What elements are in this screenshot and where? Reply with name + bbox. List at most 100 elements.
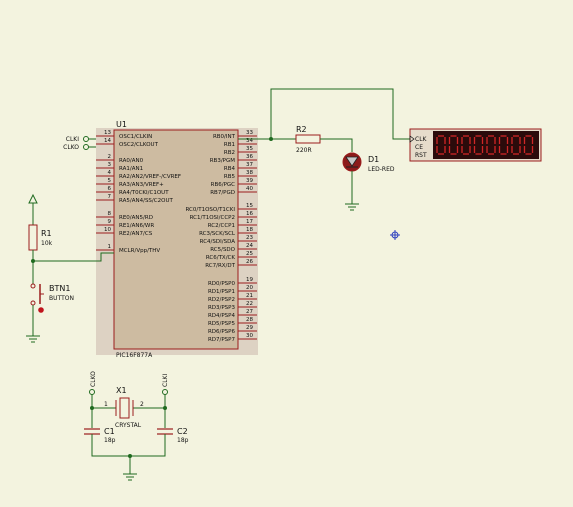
mcu-part: PIC16F877A [116,352,153,359]
pin-number: 8 [108,211,112,217]
pin-name: RB4 [224,166,236,172]
btn1-state-indicator [38,307,44,313]
pin-number: 24 [246,243,253,249]
pin-number: 1 [108,244,112,250]
mcu-u1[interactable]: U1 PIC16F877A 13OSC1/CLKIN14OSC2/CLKOUT2… [96,120,258,359]
c2-value: 18p [177,437,189,444]
net-label-osc-clki: CLKI [162,374,169,387]
pin-name: RD3/PSP3 [208,305,236,311]
ground-symbol-osc [123,473,137,481]
x1-crystal[interactable] [115,397,134,419]
r2-value: 220R [296,147,312,154]
pin-name: OSC1/CLKIN [119,134,152,140]
pin-number: 33 [246,130,253,136]
d1-value: LED-RED [368,166,395,173]
pin-number: 20 [246,285,253,291]
r1-ref: R1 [41,229,52,238]
output-circuit: R2 220R D1 LED-RED CLK CE RST [238,88,542,211]
mcu-ref: U1 [116,120,127,129]
r2-resistor[interactable] [295,134,321,144]
pin-name: RC4/SDI/SDA [200,239,236,245]
pin-name: RB3/PGM [210,158,236,164]
counter-pin-ce: CE [415,144,423,151]
pin-number: 23 [246,235,253,241]
pin-number: 35 [246,146,253,152]
r1-resistor[interactable] [28,224,38,251]
pin-name: RA0/AN0 [119,158,144,164]
pin-name: RE0/AN5/RD [119,215,153,221]
osc-terminal-clki[interactable] [162,389,168,395]
pin-number: 3 [108,162,112,168]
pin-number: 13 [104,130,111,136]
x1-ref: X1 [116,386,127,395]
pin-name: RD0/PSP0 [208,281,236,287]
x1-junction-left [90,406,94,410]
btn1-value: BUTTON [49,295,74,302]
schematic-canvas: U1 PIC16F877A 13OSC1/CLKIN14OSC2/CLKOUT2… [26,88,542,481]
c2-capacitor[interactable] [157,428,173,435]
wire-r2-led [320,138,353,152]
x1-junction-right [163,406,167,410]
d1-ref: D1 [368,155,379,164]
pin-number: 17 [246,219,253,225]
c1-ref: C1 [104,427,115,436]
pin-name: RB7/PGD [210,190,235,196]
clock-net-labels: CLKI CLKO [63,136,96,151]
pin-name: RA4/T0CKI/C1OUT [119,190,169,196]
pin-name: RA5/AN4/SS/C2OUT [119,198,173,204]
pin-number: 25 [246,251,253,257]
pin-number: 15 [246,203,253,209]
pin-number: 30 [246,333,253,339]
x1-pin1: 1 [104,401,108,408]
pin-name: RC7/RX/DT [205,263,235,269]
net-label-osc-clko: CLKO [90,371,97,387]
crosshair-cursor-icon [390,230,400,240]
pin-name: MCLR/Vpp/THV [119,248,160,254]
pin-name: RD6/PSP6 [208,329,236,335]
pin-number: 9 [108,219,112,225]
net-terminal-clko[interactable] [83,144,89,150]
ground-symbol-btn [26,335,40,343]
btn1-ref: BTN1 [49,284,70,293]
pin-name: RD2/PSP2 [208,297,235,303]
pin-number: 5 [108,178,112,184]
pin-name: RE1/AN6/WR [119,223,154,229]
pin-name: RC5/SDO [210,247,235,253]
oscillator-circuit: CLKO CLKI X1 1 2 CRYSTAL C1 18p C2 18p [84,371,189,481]
pin-name: RC2/CCP1 [208,223,235,229]
pin-number: 14 [104,138,111,144]
net-terminal-clki[interactable] [83,136,89,142]
pin-name: RB0/INT [213,134,236,140]
pin-name: RC0/T1OSO/T1CKI [185,207,235,213]
pin-number: 6 [108,186,112,192]
pin-number: 29 [246,325,253,331]
counter-pin-clk: CLK [415,136,428,143]
r2-ref: R2 [296,125,307,134]
pin-name: RC3/SCK/SCL [199,231,236,237]
pin-name: RB5 [224,174,236,180]
btn1-contact-bottom [30,300,36,306]
pin-number: 16 [246,211,253,217]
wire-to-counter [270,88,410,140]
pin-name: OSC2/CLKOUT [119,142,159,148]
c1-value: 18p [104,437,116,444]
pin-name: RA1/AN1 [119,166,143,172]
c2-ref: C2 [177,427,188,436]
pin-number: 18 [246,227,253,233]
pin-number: 27 [246,309,253,315]
power-terminal[interactable] [28,193,38,204]
c1-capacitor[interactable] [84,428,100,435]
pin-number: 10 [104,227,111,233]
x1-pin2: 2 [140,401,144,408]
pin-name: RE2/AN7/CS [119,231,153,237]
pin-number: 40 [246,186,253,192]
osc-terminal-clko[interactable] [89,389,95,395]
counter-pin-rst: RST [415,152,427,159]
x1-value: CRYSTAL [115,422,142,429]
pin-number: 28 [246,317,253,323]
pin-name: RB6/PGC [211,182,236,188]
counter-timer[interactable]: CLK CE RST [409,128,542,162]
pin-name: RD7/PSP7 [208,337,236,343]
pin-name: RD4/PSP4 [208,313,236,319]
net-label-clko: CLKO [63,144,79,151]
